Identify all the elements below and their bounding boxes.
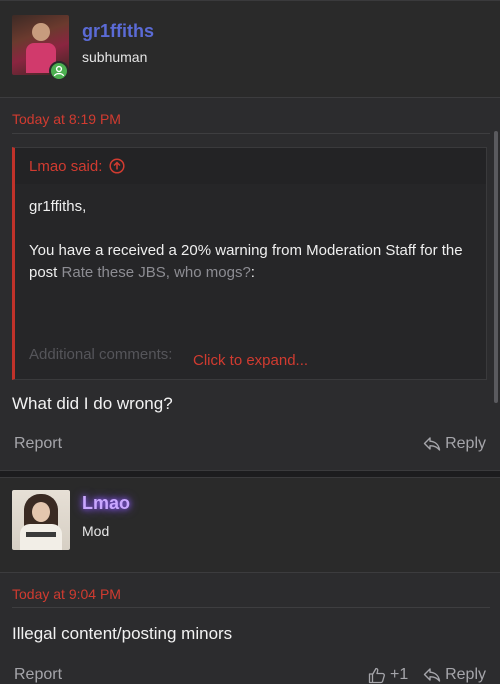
like-button[interactable]: +1 <box>368 666 408 684</box>
post-message: What did I do wrong? <box>12 394 173 413</box>
reply-label: Reply <box>445 666 486 683</box>
click-to-expand-link[interactable]: Click to expand... <box>193 352 308 369</box>
quote-post-link[interactable]: Rate these JBS, who mogs? <box>62 264 251 281</box>
user-title: subhuman <box>82 49 148 65</box>
post-2-user-block: Lmao Mod <box>0 478 500 573</box>
reply-icon <box>423 668 441 682</box>
person-icon <box>53 65 65 77</box>
post-2: Lmao Mod Today at 9:04 PM Illegal conten… <box>0 478 500 684</box>
post-1-user-block: gr1ffiths subhuman <box>0 1 500 98</box>
quote-paragraph: You have a received a 20% warning from M… <box>29 240 479 284</box>
reply-icon <box>423 437 441 451</box>
post-date[interactable]: Today at 9:04 PM <box>12 586 121 602</box>
username[interactable]: Lmao <box>82 493 130 514</box>
reply-button[interactable]: Reply <box>423 666 486 684</box>
quote-author[interactable]: Lmao said: <box>29 158 102 175</box>
report-label: Report <box>14 435 63 452</box>
thumbs-up-icon <box>368 667 385 683</box>
user-title: Mod <box>82 523 110 539</box>
quote-fade-overlay <box>15 308 486 379</box>
report-button[interactable]: Report <box>14 435 62 453</box>
avatar-figure <box>32 23 50 41</box>
quote-greeting: gr1ffiths, <box>29 198 87 215</box>
divider <box>12 607 490 608</box>
quote-block: Lmao said: gr1ffiths, You have a receive… <box>12 147 487 380</box>
reply-label: Reply <box>445 435 486 452</box>
post-message: Illegal content/posting minors <box>12 624 233 643</box>
post-date[interactable]: Today at 8:19 PM <box>12 111 121 127</box>
report-label: Report <box>14 666 63 683</box>
quote-body: gr1ffiths, You have a received a 20% war… <box>29 196 479 306</box>
avatar[interactable] <box>12 490 70 550</box>
scrollbar[interactable] <box>494 131 498 403</box>
post-1: gr1ffiths subhuman Today at 8:19 PM Lmao… <box>0 0 500 471</box>
quote-header[interactable]: Lmao said: <box>15 148 486 184</box>
like-count: +1 <box>390 666 409 683</box>
username[interactable]: gr1ffiths <box>82 21 154 42</box>
quote-text-end: : <box>250 264 255 281</box>
quote-faded-text: Additional comments: <box>29 346 173 363</box>
online-status-person-icon <box>49 61 69 81</box>
divider <box>12 133 490 134</box>
arrow-up-circle-icon[interactable] <box>109 158 125 174</box>
reply-button[interactable]: Reply <box>423 435 486 453</box>
report-button[interactable]: Report <box>14 666 62 684</box>
avatar-shirt-print <box>26 532 56 537</box>
avatar-figure-shirt <box>20 524 62 550</box>
avatar-figure-face <box>32 502 50 522</box>
post-separator <box>0 470 500 478</box>
